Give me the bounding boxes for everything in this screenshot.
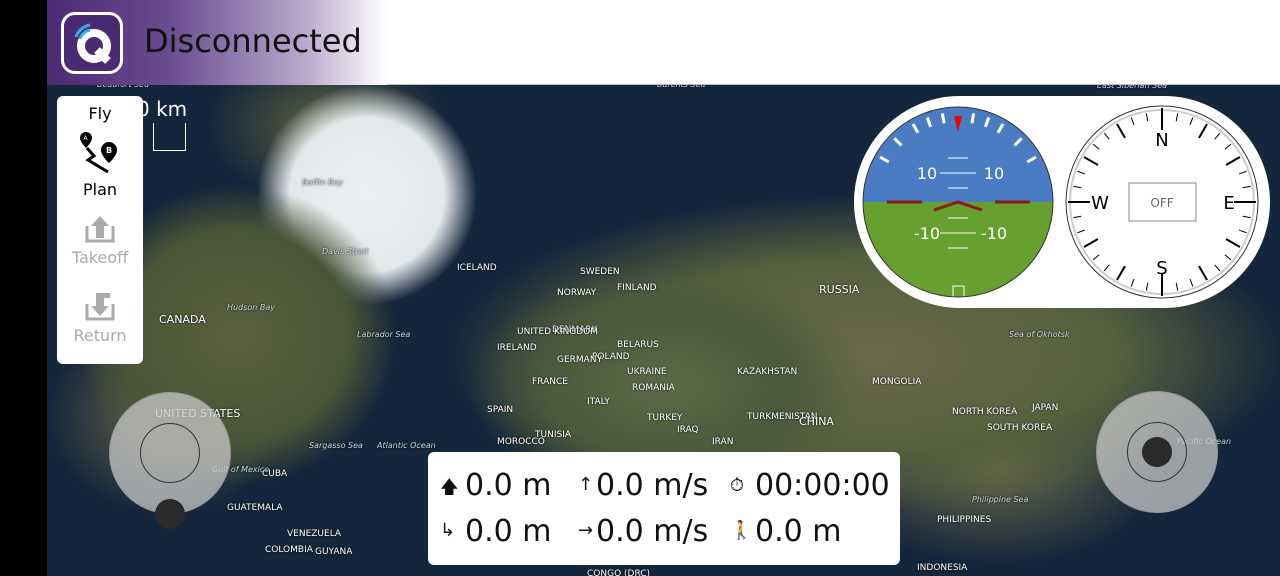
- instrument-panel: 10 10 -10 -10 N E S W OFF: [854, 96, 1270, 308]
- right-joystick-knob[interactable]: [1142, 437, 1172, 467]
- fly-button[interactable]: Fly: [57, 104, 143, 123]
- map-label: CHINA: [799, 415, 834, 428]
- vertical-speed-icon: ↑: [578, 474, 594, 495]
- pitch-label: 10: [917, 164, 937, 183]
- map-label: East Siberian Sea: [1097, 85, 1168, 90]
- map-label: FINLAND: [617, 283, 657, 293]
- compass-s: S: [1156, 258, 1167, 279]
- horizontal-speed-value: 0.0 m/s: [596, 514, 709, 549]
- map-label: Sargasso Sea: [309, 441, 363, 450]
- map-label: IRELAND: [497, 343, 537, 353]
- map-label: FRANCE: [532, 377, 568, 387]
- left-joystick-knob[interactable]: [155, 499, 185, 529]
- return-label: Return: [73, 326, 127, 345]
- map-label: Labrador Sea: [357, 330, 411, 339]
- vertical-speed-value: 0.0 m/s: [596, 468, 709, 503]
- compass-n: N: [1155, 130, 1168, 151]
- map-label: IRAQ: [677, 425, 699, 435]
- joystick-ring: [140, 423, 200, 483]
- compass-w: W: [1091, 193, 1109, 214]
- svg-text:B: B: [106, 146, 112, 155]
- map-label: ROMANIA: [632, 383, 675, 393]
- fly-view-toolbar: Fly A B Plan Takeoff Return: [57, 96, 143, 364]
- left-joystick[interactable]: [109, 392, 231, 514]
- map-label: GUYANA: [315, 547, 353, 557]
- qgc-logo-button[interactable]: [61, 12, 123, 74]
- compass: N E S W OFF: [1065, 105, 1259, 299]
- map-label: NORTH KOREA: [952, 407, 1018, 417]
- map-label: UKRAINE: [627, 367, 667, 377]
- altitude-icon: 🡅: [440, 477, 459, 498]
- return-icon: [85, 293, 115, 321]
- pitch-label: 10: [984, 164, 1004, 183]
- map-label: CANADA: [159, 313, 206, 326]
- map-label: Baffin Bay: [302, 178, 344, 187]
- flight-time-value: 00:00:00: [755, 468, 890, 503]
- map-label: IRAN: [712, 437, 734, 447]
- roll-tick: [970, 113, 976, 124]
- map-label: Atlantic Ocean: [377, 441, 436, 450]
- map-label: ICELAND: [457, 263, 497, 273]
- map-label: MOROCCO: [497, 437, 545, 447]
- map-label: Sea of Okhotsk: [1009, 330, 1070, 339]
- map-label: GERMANY: [557, 355, 603, 365]
- map-label: SPAIN: [487, 405, 514, 415]
- pitch-label: -10: [981, 224, 1007, 243]
- takeoff-icon: [85, 216, 115, 243]
- map-scale-label: 0 km: [137, 97, 188, 121]
- distance-gcs-value: 0.0 m: [755, 514, 842, 549]
- map-scale-bar: [153, 123, 186, 151]
- map-label: NORWAY: [557, 288, 597, 298]
- map-label: TURKEY: [647, 413, 683, 423]
- map-label: CUBA: [262, 469, 288, 479]
- map-label: Hudson Bay: [227, 303, 275, 312]
- map-label: UNITED KINGDOM: [517, 327, 598, 337]
- map-label: Beaufort Sea: [97, 85, 149, 89]
- map-label: GUATEMALA: [227, 503, 283, 513]
- walking-person-icon: 🚶: [730, 520, 753, 541]
- route-ab-icon: A B: [80, 132, 117, 174]
- takeoff-button[interactable]: Takeoff: [57, 214, 143, 267]
- compass-e: E: [1223, 193, 1234, 214]
- map-label: KAZAKHSTAN: [737, 367, 798, 377]
- map-label: SWEDEN: [580, 267, 620, 277]
- map-label: INDONESIA: [917, 563, 968, 573]
- map-label: Davis Strait: [322, 247, 369, 256]
- map-label: BELARUS: [617, 340, 659, 350]
- pitch-label: -10: [914, 224, 940, 243]
- plan-label: Plan: [82, 180, 118, 199]
- map-label: Barents Sea: [657, 85, 705, 89]
- return-button[interactable]: Return: [57, 292, 143, 345]
- plan-button[interactable]: A B Plan: [57, 130, 143, 199]
- telemetry-panel[interactable]: 🡅 0.0 m ↑ 0.0 m/s ⏱ 00:00:00 ↳ 0.0 m → 0…: [428, 452, 900, 565]
- left-edge: [0, 0, 47, 576]
- altitude-value: 0.0 m: [465, 468, 552, 503]
- distance-home-icon: ↳: [440, 520, 456, 541]
- fly-label: Fly: [88, 104, 112, 123]
- map-label: Philippine Sea: [972, 495, 1029, 504]
- map-label: MONGOLIA: [872, 377, 922, 387]
- map-label: PHILIPPINES: [937, 515, 992, 525]
- map-label: ITALY: [587, 397, 610, 407]
- map-label: COLOMBIA: [265, 545, 313, 555]
- map-label: SOUTH KOREA: [987, 423, 1053, 433]
- takeoff-label: Takeoff: [71, 248, 129, 267]
- stopwatch-icon: ⏱: [730, 475, 745, 496]
- heading-readout: OFF: [1150, 196, 1173, 210]
- horizontal-speed-icon: →: [578, 520, 594, 541]
- roll-tick: [940, 113, 946, 124]
- map-label: VENEZUELA: [287, 529, 342, 539]
- qgc-logo-icon: [74, 23, 111, 64]
- attitude-indicator: 10 10 -10 -10: [863, 107, 1053, 297]
- map-label: JAPAN: [1032, 403, 1059, 413]
- connection-status: Disconnected: [144, 22, 362, 60]
- map-label: CONGO (DRC): [587, 569, 651, 576]
- toolbar-header: Disconnected: [47, 0, 1280, 85]
- distance-home-value: 0.0 m: [465, 514, 552, 549]
